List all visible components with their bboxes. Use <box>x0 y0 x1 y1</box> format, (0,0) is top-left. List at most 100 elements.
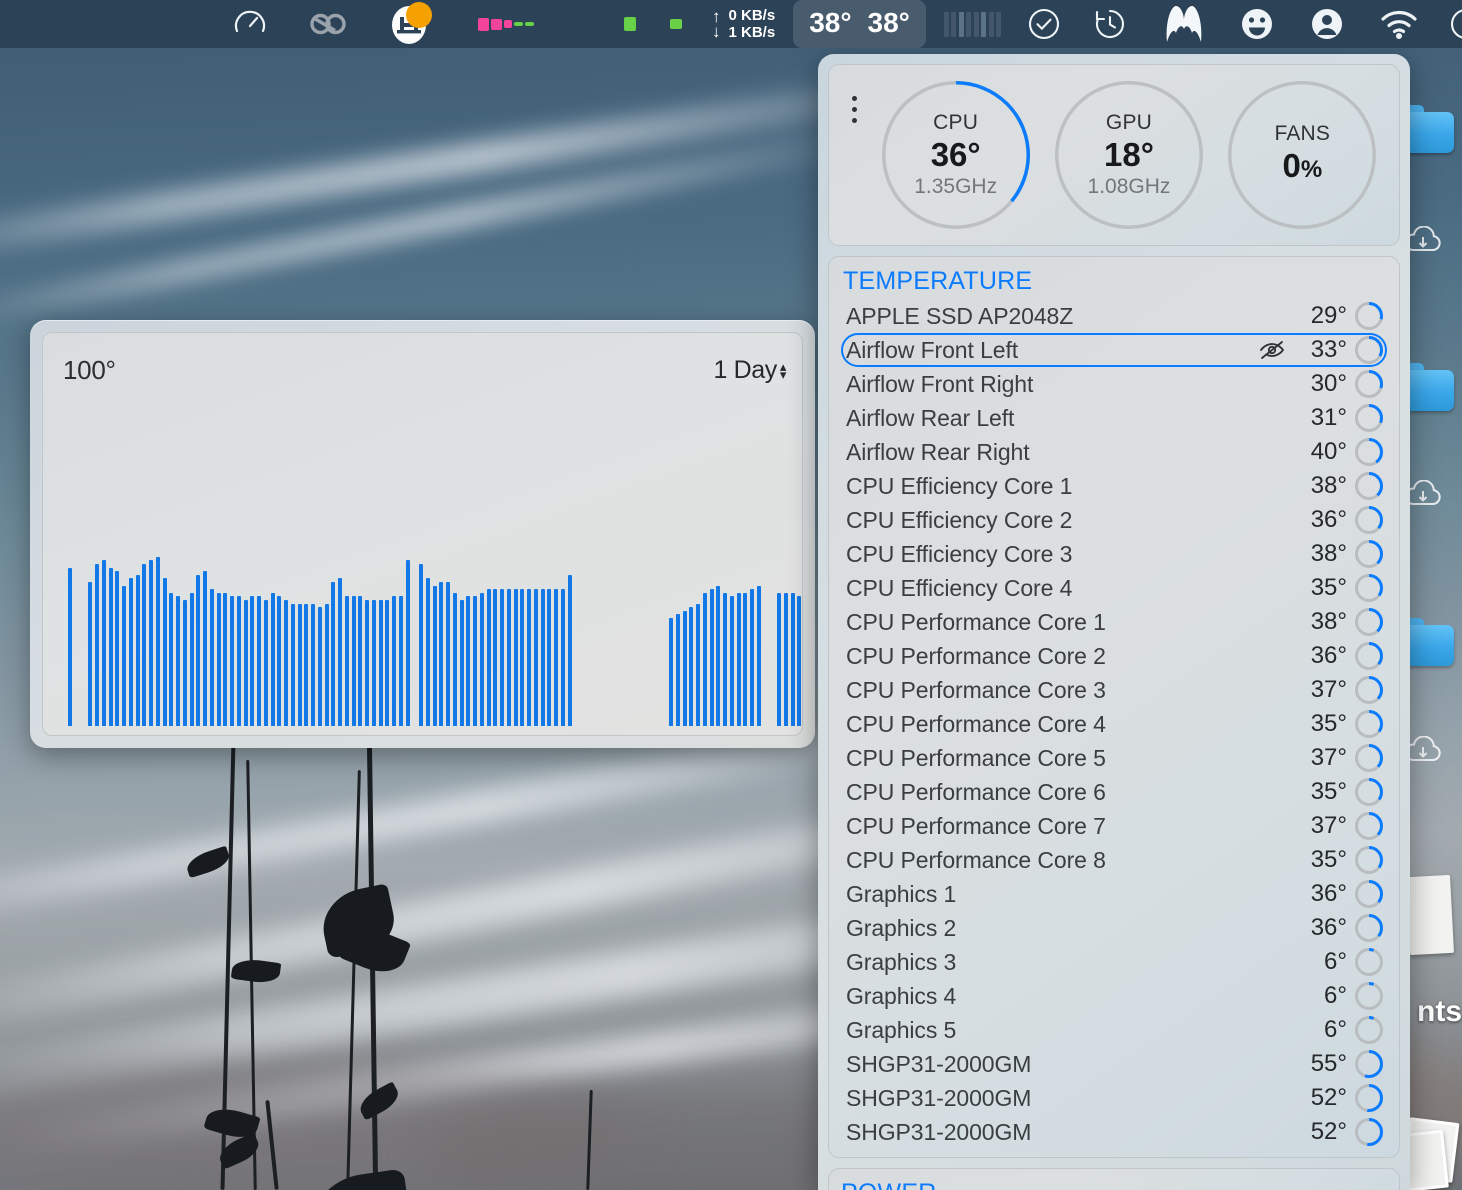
sensor-value: 37° <box>1293 676 1347 704</box>
memory-bars-icon[interactable] <box>944 0 1002 48</box>
chart-bar <box>176 596 180 726</box>
chart-bar <box>406 560 410 726</box>
temperature-row[interactable]: Graphics 46° <box>841 979 1387 1013</box>
documents-stack-icon[interactable] <box>1406 875 1454 955</box>
chart-bar <box>473 596 477 726</box>
temperature-row[interactable]: Airflow Rear Left31° <box>841 401 1387 435</box>
temperature-row[interactable]: Graphics 56° <box>841 1013 1387 1047</box>
adobe-creative-cloud-icon[interactable] <box>308 0 348 48</box>
chart-bar <box>210 589 214 726</box>
overflow-menu-icon[interactable] <box>841 96 867 123</box>
smiley-face-icon[interactable] <box>1239 0 1275 48</box>
istat-menus-icon[interactable] <box>388 0 430 48</box>
temperature-row[interactable]: Airflow Rear Right40° <box>841 435 1387 469</box>
chart-bar <box>345 596 349 726</box>
check-circle-icon[interactable] <box>1027 0 1061 48</box>
gauge-gpu[interactable]: GPU 18° 1.08GHz <box>1042 81 1215 229</box>
sensor-ring-indicator <box>1355 540 1383 568</box>
disk-activity-swatch[interactable] <box>624 0 636 48</box>
istat-menus-panel[interactable]: CPU 36° 1.35GHz GPU 18° 1.08GHz FANS 0% <box>818 54 1410 1190</box>
temperature-row[interactable]: SHGP31-2000GM55° <box>841 1047 1387 1081</box>
stepper-down-icon: ▾ <box>780 371 786 379</box>
sensor-ring-indicator <box>1355 982 1383 1010</box>
sensor-name: SHGP31-2000GM <box>846 1085 1293 1112</box>
sensor-value: 40° <box>1293 438 1347 466</box>
sensor-name: Graphics 2 <box>846 915 1293 942</box>
temperature-row[interactable]: Airflow Front Right30° <box>841 367 1387 401</box>
malwarebytes-icon[interactable] <box>1163 0 1205 48</box>
chart-bar <box>500 589 504 726</box>
temperature-row[interactable]: CPU Efficiency Core 236° <box>841 503 1387 537</box>
chart-bar <box>379 600 383 726</box>
power-card: POWER <box>828 1168 1400 1190</box>
temperature-row[interactable]: CPU Performance Core 537° <box>841 741 1387 775</box>
gauge-value: 36° <box>931 136 981 174</box>
gauge-fans[interactable]: FANS 0% <box>1216 81 1389 229</box>
control-center-icon[interactable] <box>1449 0 1462 48</box>
sensor-name: Airflow Rear Right <box>846 439 1293 466</box>
chart-bar <box>109 568 113 726</box>
network-activity-swatch[interactable] <box>670 0 682 48</box>
sensor-ring-indicator <box>1355 880 1383 908</box>
mem-bar <box>951 12 956 37</box>
chart-bar <box>466 596 470 726</box>
temperature-row[interactable]: CPU Efficiency Core 338° <box>841 537 1387 571</box>
temperature-row[interactable]: APPLE SSD AP2048Z29° <box>841 299 1387 333</box>
sensor-name: Airflow Rear Left <box>846 405 1293 432</box>
temperature-row[interactable]: CPU Performance Core 737° <box>841 809 1387 843</box>
memory-pressure-swatches[interactable] <box>478 0 534 48</box>
temperature-row[interactable]: Graphics 36° <box>841 945 1387 979</box>
istat-badge <box>406 2 432 28</box>
temperature-row[interactable]: CPU Efficiency Core 435° <box>841 571 1387 605</box>
chart-bar <box>743 593 747 726</box>
temperature-row[interactable]: CPU Performance Core 635° <box>841 775 1387 809</box>
temperature-row-selected[interactable]: Airflow Front Left 33° <box>841 333 1387 367</box>
sensor-value: 6° <box>1293 1016 1347 1044</box>
temperature-row[interactable]: Graphics 236° <box>841 911 1387 945</box>
mem-bar <box>989 12 994 37</box>
chart-bar <box>757 586 761 726</box>
temperature-menubar-pill[interactable]: 38° 38° <box>793 0 926 48</box>
swatch-green <box>525 22 534 26</box>
temperature-row[interactable]: CPU Performance Core 138° <box>841 605 1387 639</box>
user-account-icon[interactable] <box>1309 0 1345 48</box>
chart-bar <box>68 568 72 726</box>
chart-bar <box>136 575 140 726</box>
download-arrow-icon: ↓ <box>712 24 721 39</box>
temperature-row[interactable]: SHGP31-2000GM52° <box>841 1115 1387 1149</box>
temperature-row[interactable]: CPU Performance Core 835° <box>841 843 1387 877</box>
network-rate-indicator[interactable]: ↑ ↓ 0 KB/s 1 KB/s <box>712 0 775 48</box>
sensor-ring-indicator <box>1355 506 1383 534</box>
sensor-ring-indicator <box>1355 336 1383 364</box>
temperature-row[interactable]: CPU Performance Core 337° <box>841 673 1387 707</box>
chart-bar <box>777 593 781 726</box>
temperature-row[interactable]: SHGP31-2000GM52° <box>841 1081 1387 1115</box>
chart-bar <box>541 589 545 726</box>
chart-bar <box>298 604 302 726</box>
sensor-ring-indicator <box>1355 370 1383 398</box>
sensor-ring-indicator <box>1355 302 1383 330</box>
chart-bar <box>291 604 295 726</box>
wifi-icon[interactable] <box>1379 0 1419 48</box>
temperature-row[interactable]: Graphics 136° <box>841 877 1387 911</box>
time-machine-icon[interactable] <box>1093 0 1127 48</box>
chart-bar <box>250 596 254 726</box>
chart-gap <box>601 725 608 726</box>
chart-bar <box>433 586 437 726</box>
stepper-icon[interactable]: ▴ ▾ <box>780 363 786 379</box>
temperature-row[interactable]: CPU Performance Core 435° <box>841 707 1387 741</box>
temperature-graph-window[interactable]: 100° 1 Day ▴ ▾ <box>30 320 815 748</box>
chart-bar <box>358 596 362 726</box>
gauge-cpu[interactable]: CPU 36° 1.35GHz <box>869 81 1042 229</box>
chart-bar <box>203 571 207 726</box>
chart-bar <box>102 560 106 726</box>
chart-bar <box>385 600 389 726</box>
chart-gap <box>412 725 419 726</box>
temperature-row[interactable]: CPU Performance Core 236° <box>841 639 1387 673</box>
chart-bar <box>723 593 727 726</box>
temperature-row[interactable]: CPU Efficiency Core 138° <box>841 469 1387 503</box>
chart-bar <box>703 593 707 726</box>
eye-slash-icon[interactable] <box>1259 340 1285 360</box>
speedometer-icon[interactable] <box>232 0 268 48</box>
power-section-header: POWER <box>841 1179 1387 1190</box>
